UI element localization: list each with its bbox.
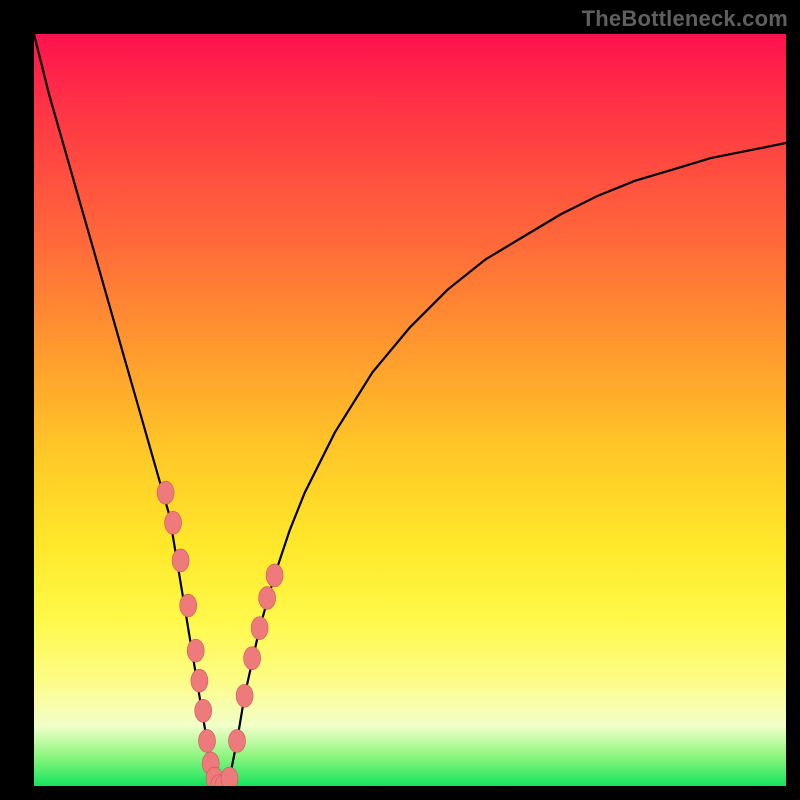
bottleneck-curve [34,34,786,786]
curve-marker [195,699,212,722]
chart-frame: TheBottleneck.com [0,0,800,800]
curve-marker [165,511,182,534]
curve-marker [187,639,204,662]
curve-marker [266,564,283,587]
curve-marker [236,684,253,707]
curve-marker [229,729,246,752]
watermark-text: TheBottleneck.com [582,6,788,32]
curve-marker [259,587,276,610]
curve-markers [157,481,283,786]
curve-marker [191,669,208,692]
curve-marker [244,647,261,670]
curve-marker [199,729,216,752]
curve-marker [180,594,197,617]
curve-marker [172,549,189,572]
plot-area [34,34,786,786]
curve-marker [251,617,268,640]
curve-marker [157,481,174,504]
bottleneck-curve-svg [34,34,786,786]
curve-marker [221,767,238,786]
